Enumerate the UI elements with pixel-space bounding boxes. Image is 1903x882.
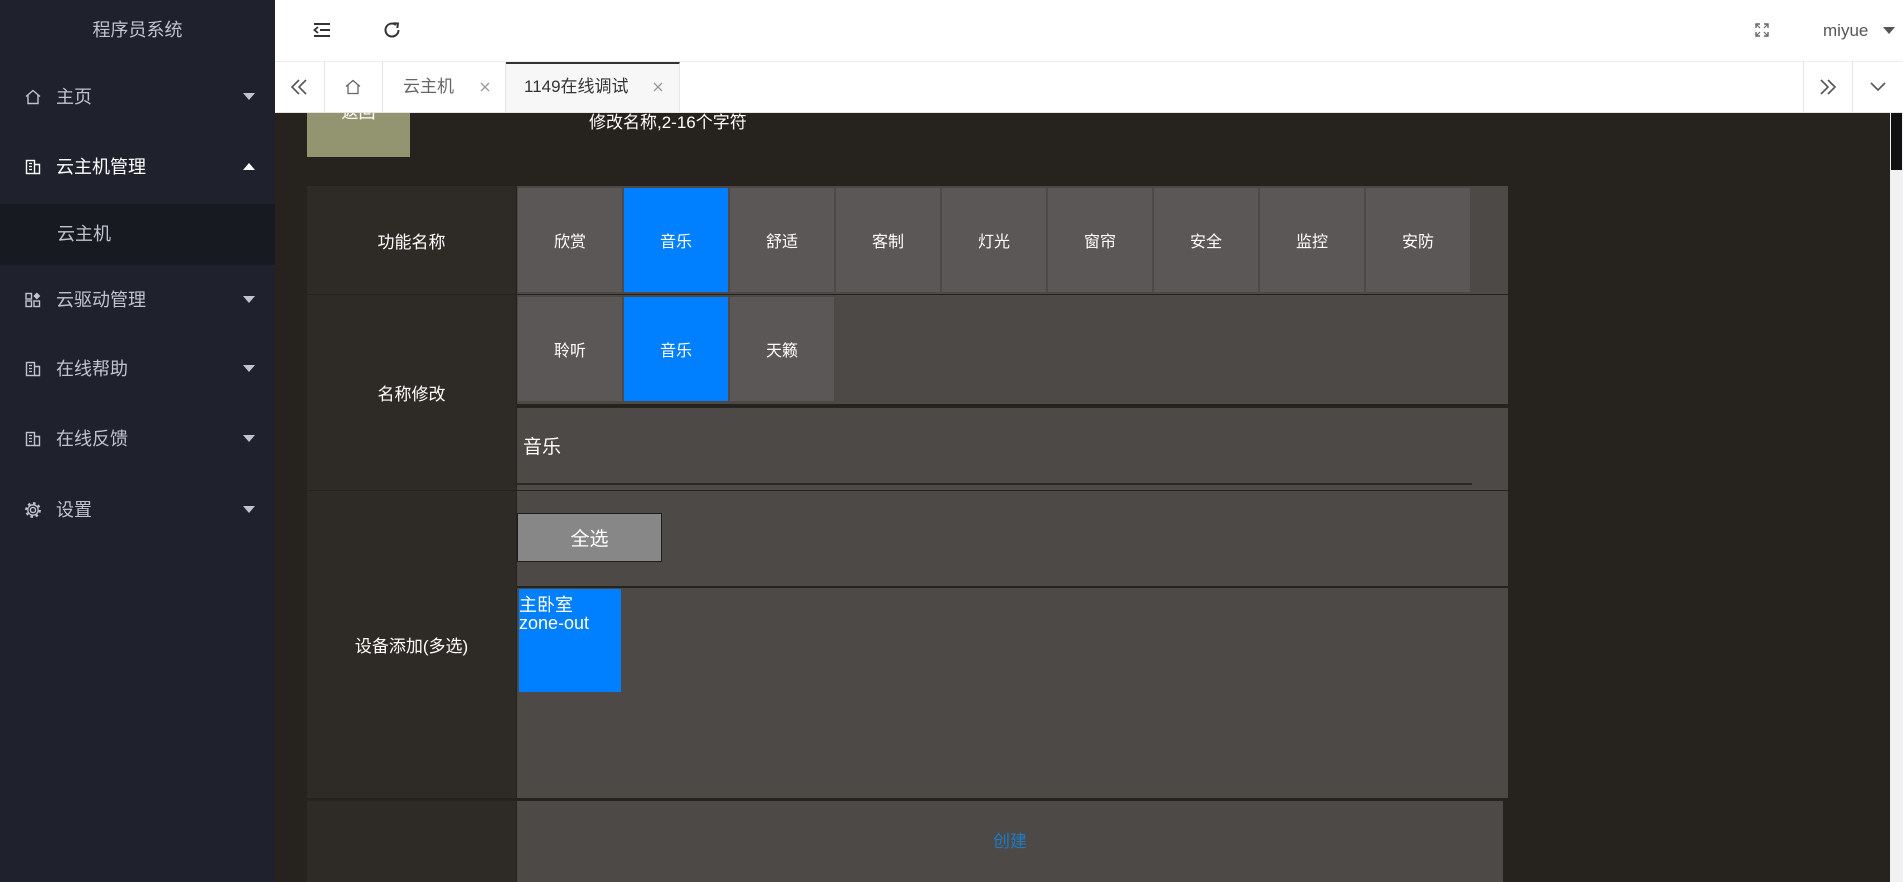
main-content: 返回 修改名称,2-16个字符 功能名称 欣赏 音乐 舒适 客制 灯光 窗帘 安… [275,113,1890,882]
name-input[interactable] [517,408,1472,485]
device-list: 主卧室 zone-out [517,588,1508,798]
sidebar-item-label: 云主机管理 [56,157,146,177]
sidebar-subitem-label: 云主机 [57,224,111,244]
device-add-label: 设备添加(多选) [307,491,516,798]
app-title: 程序员系统 [92,20,183,40]
tab-label: 1149在线调试 [524,77,629,96]
sidebar-item-cloud-driver-management[interactable]: 云驱动管理 [0,270,275,330]
sidebar-item-label: 云驱动管理 [56,290,146,310]
back-button[interactable]: 返回 [307,113,410,157]
name-options: 聆听 音乐 天籁 [517,295,1508,404]
function-option[interactable]: 灯光 [942,188,1046,292]
sidebar-item-home[interactable]: 主页 [0,67,275,127]
grid-icon [24,291,42,309]
home-icon [24,88,42,106]
device-name: 主卧室 [519,595,573,615]
create-row-label [307,801,516,882]
refresh-icon[interactable] [383,21,401,39]
top-header: miyue [275,0,1903,62]
name-option[interactable]: 音乐 [624,297,728,401]
tabs-menu-button[interactable] [1853,62,1903,112]
double-chevron-left-icon [290,78,308,96]
content-scrollbar[interactable] [1890,113,1903,882]
select-all-button[interactable]: 全选 [517,513,662,562]
caret-down-icon [243,365,255,373]
sidebar-subitem-cloud-host[interactable]: 云主机 [0,204,275,265]
tab-cloud-host[interactable]: 云主机 [383,62,506,112]
create-button[interactable]: 创建 [517,801,1503,882]
fullscreen-icon[interactable] [1754,22,1770,38]
create-cell: 创建 [517,801,1503,882]
tab-bar: 云主机 1149在线调试 [275,62,1903,113]
chevron-down-icon [1869,79,1887,95]
sidebar-item-online-feedback[interactable]: 在线反馈 [0,409,275,469]
function-option[interactable]: 安防 [1366,188,1470,292]
function-option[interactable]: 欣赏 [518,188,622,292]
function-options: 欣赏 音乐 舒适 客制 灯光 窗帘 安全 监控 安防 [517,186,1508,294]
sidebar-item-label: 设置 [56,500,92,520]
function-option[interactable]: 音乐 [624,188,728,292]
function-option[interactable]: 窗帘 [1048,188,1152,292]
tab-online-debug[interactable]: 1149在线调试 [506,62,680,112]
rename-label: 名称修改 [307,295,516,490]
close-icon[interactable] [652,81,664,93]
device-tile[interactable]: 主卧室 zone-out [519,589,621,692]
name-option[interactable]: 聆听 [518,297,622,401]
caret-down-icon [243,506,255,514]
caret-down-icon [243,93,255,101]
user-menu[interactable]: miyue [1823,0,1868,61]
sidebar-item-label: 在线帮助 [56,359,128,379]
tabs-scroll-right-button[interactable] [1803,62,1853,112]
name-hint: 修改名称,2-16个字符 [589,113,747,132]
function-option[interactable]: 舒适 [730,188,834,292]
select-all-cell: 全选 [517,491,1508,586]
function-name-label: 功能名称 [307,186,516,294]
caret-down-icon[interactable] [1883,27,1895,35]
home-icon [344,78,362,96]
double-chevron-right-icon [1819,78,1837,96]
sidebar: 程序员系统 主页 云主机管理 云主机 云驱动管理 在线帮助 在线反馈 设置 [0,0,275,882]
function-option[interactable]: 监控 [1260,188,1364,292]
function-option[interactable]: 安全 [1154,188,1258,292]
scrollbar-thumb[interactable] [1891,113,1902,170]
name-option[interactable]: 天籁 [730,297,834,401]
sidebar-item-label: 主页 [56,87,92,107]
sidebar-item-label: 在线反馈 [56,429,128,449]
indent-icon[interactable] [312,21,332,39]
close-icon[interactable] [479,81,491,93]
building-icon [24,158,42,176]
name-input-cell [517,408,1508,490]
caret-up-icon [243,163,255,171]
sidebar-item-settings[interactable]: 设置 [0,480,275,540]
caret-down-icon [243,435,255,443]
building-icon [24,360,42,378]
sidebar-item-online-help[interactable]: 在线帮助 [0,339,275,399]
device-zone: zone-out [519,613,590,633]
gear-icon [24,501,42,519]
sidebar-item-cloud-host-management[interactable]: 云主机管理 [0,137,275,197]
caret-down-icon [243,296,255,304]
function-option[interactable]: 客制 [836,188,940,292]
building-icon [24,430,42,448]
tab-label: 云主机 [403,77,454,96]
tabs-scroll-left-button[interactable] [275,62,325,112]
tab-home[interactable] [325,62,383,112]
